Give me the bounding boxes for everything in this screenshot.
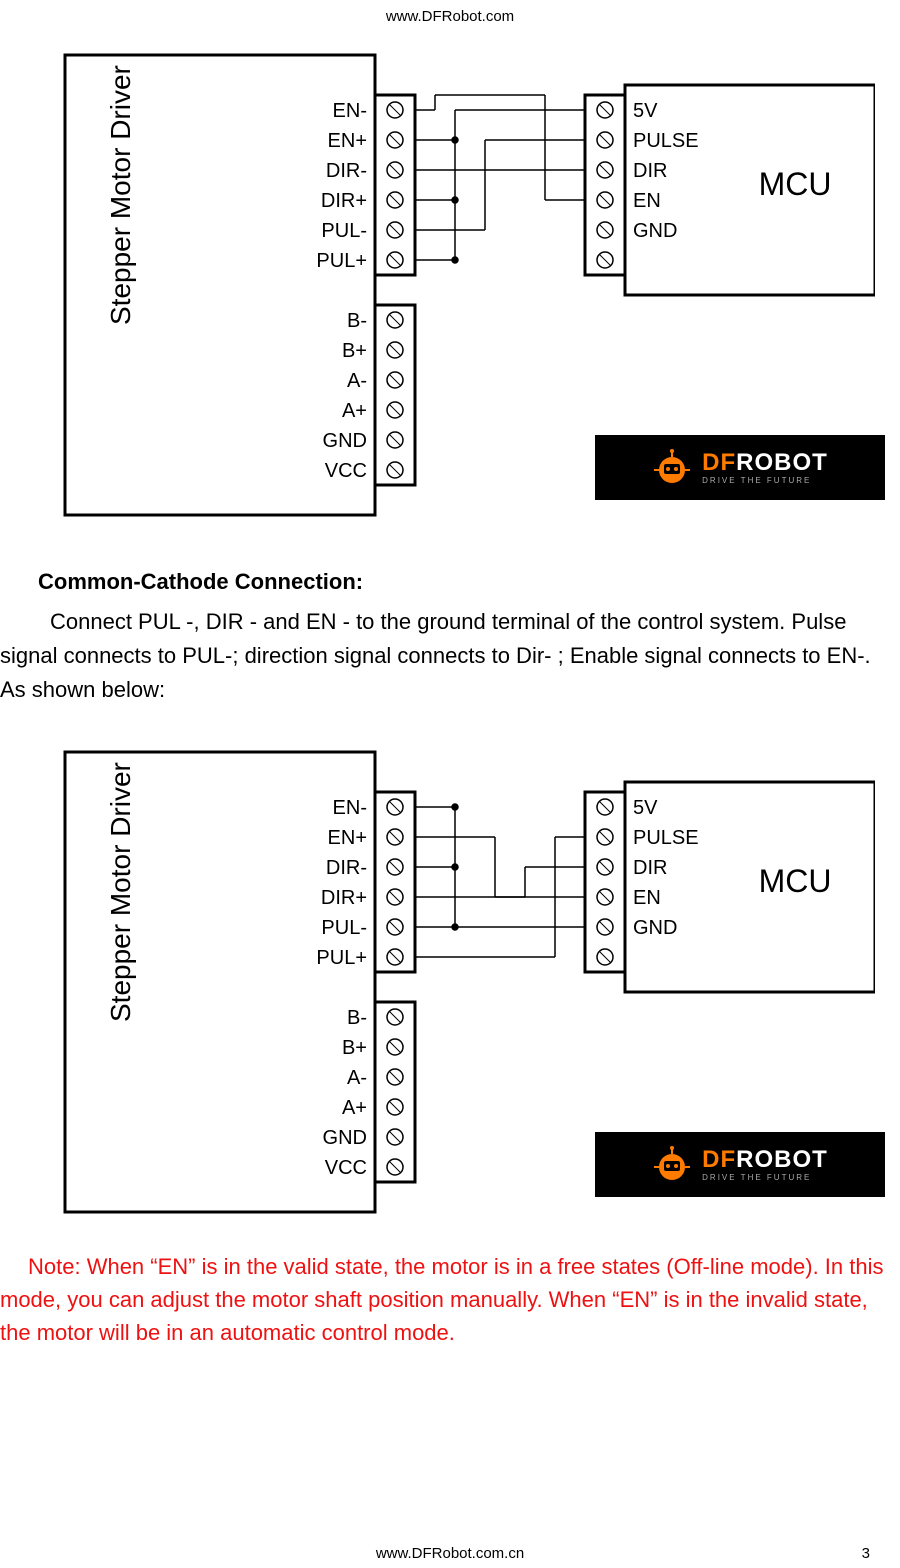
robot-icon xyxy=(652,1145,692,1185)
svg-text:DIR: DIR xyxy=(633,160,667,182)
svg-text:A-: A- xyxy=(347,1067,367,1089)
robot-icon xyxy=(652,448,692,488)
mcu-pins: 5V PULSE DIR EN GND xyxy=(597,100,699,268)
svg-text:EN-: EN- xyxy=(333,797,367,819)
driver-top-pins: EN- EN+ DIR- DIR+ PUL- PUL+ xyxy=(316,100,403,272)
svg-text:5V: 5V xyxy=(633,797,658,819)
note-paragraph: Note: When “EN” is in the valid state, t… xyxy=(0,1250,900,1349)
svg-text:A-: A- xyxy=(347,370,367,392)
driver-bottom-pins: B- B+ A- A+ GND VCC xyxy=(323,310,403,482)
svg-text:PUL+: PUL+ xyxy=(316,250,367,272)
footer: www.DFRobot.com.cn 3 xyxy=(0,1545,900,1562)
footer-url: www.DFRobot.com.cn xyxy=(0,1545,900,1562)
svg-text:EN+: EN+ xyxy=(328,827,367,849)
svg-text:PULSE: PULSE xyxy=(633,827,699,849)
svg-text:5V: 5V xyxy=(633,100,658,122)
wiring-diagram-1: Stepper Motor Driver EN- EN+ DIR- DIR+ P… xyxy=(55,45,875,525)
mcu-label: MCU xyxy=(759,166,832,202)
svg-text:DIR-: DIR- xyxy=(326,160,367,182)
svg-text:GND: GND xyxy=(633,917,677,939)
dfrobot-logo-2: DFROBOT DRIVE THE FUTURE xyxy=(595,1132,885,1197)
header-url: www.DFRobot.com xyxy=(0,0,900,25)
svg-text:GND: GND xyxy=(323,1127,367,1149)
svg-text:DIR+: DIR+ xyxy=(321,190,367,212)
svg-text:B-: B- xyxy=(347,310,367,332)
svg-text:EN-: EN- xyxy=(333,100,367,122)
svg-text:VCC: VCC xyxy=(325,460,367,482)
svg-text:B+: B+ xyxy=(342,340,367,362)
svg-text:DIR: DIR xyxy=(633,857,667,879)
svg-text:PUL+: PUL+ xyxy=(316,947,367,969)
dfrobot-logo: DFROBOT DRIVE THE FUTURE xyxy=(595,435,885,500)
svg-text:PULSE: PULSE xyxy=(633,130,699,152)
driver-label: Stepper Motor Driver xyxy=(105,65,136,325)
svg-text:PUL-: PUL- xyxy=(321,917,367,939)
svg-text:EN+: EN+ xyxy=(328,130,367,152)
driver-label-2: Stepper Motor Driver xyxy=(105,763,136,1023)
svg-text:MCU: MCU xyxy=(759,863,832,899)
svg-text:DIR+: DIR+ xyxy=(321,887,367,909)
svg-text:EN: EN xyxy=(633,190,661,212)
body-paragraph: Connect PUL -, DIR - and EN - to the gro… xyxy=(0,605,890,707)
svg-text:A+: A+ xyxy=(342,1097,367,1119)
section-heading: Common-Cathode Connection: xyxy=(38,565,890,599)
svg-text:GND: GND xyxy=(633,220,677,242)
svg-text:A+: A+ xyxy=(342,400,367,422)
svg-text:DIR-: DIR- xyxy=(326,857,367,879)
page-number: 3 xyxy=(862,1545,870,1562)
svg-text:PUL-: PUL- xyxy=(321,220,367,242)
svg-text:GND: GND xyxy=(323,430,367,452)
wiring-diagram-2: Stepper Motor Driver EN- EN+ DIR- DIR+ P… xyxy=(55,742,875,1222)
svg-text:VCC: VCC xyxy=(325,1157,367,1179)
svg-text:EN: EN xyxy=(633,887,661,909)
svg-text:B-: B- xyxy=(347,1007,367,1029)
svg-text:B+: B+ xyxy=(342,1037,367,1059)
